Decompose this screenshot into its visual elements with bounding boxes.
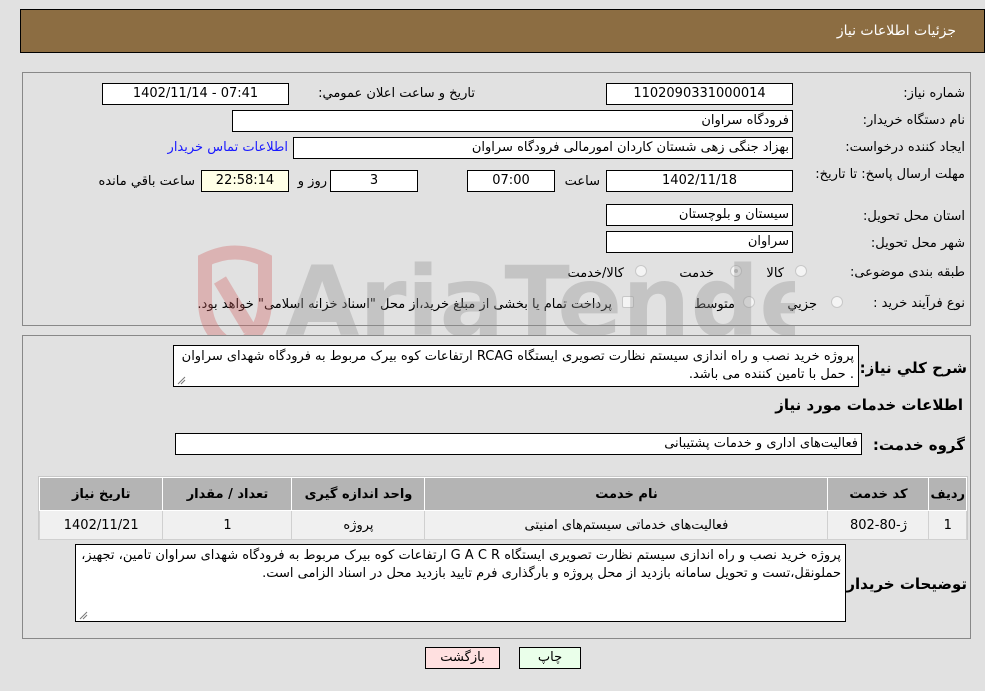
province-field: سیستان و بلوچستان [606, 204, 793, 226]
cell-service-code: ژ-80-802 [827, 510, 930, 540]
days-remaining-field: 3 [330, 170, 418, 192]
services-section-title: اطلاعات خدمات مورد نیاز [775, 396, 963, 414]
col-need-date: تاریخ نیاز [38, 477, 164, 511]
services-table: ردیف کد خدمت نام خدمت واحد اندازه گیری ت… [38, 477, 967, 540]
province-label: استان محل تحویل: [863, 209, 965, 224]
treasury-checkbox[interactable] [622, 296, 634, 308]
description-text: پروژه خرید نصب و راه اندازی سیستم نظارت … [181, 349, 854, 382]
need-number-field: 1102090331000014 [606, 83, 793, 105]
resize-grip-icon[interactable] [78, 610, 88, 620]
deadline-time-field: 07:00 [467, 170, 555, 192]
description-label: شرح کلي نیاز: [859, 359, 967, 377]
cell-unit: پروژه [291, 510, 426, 540]
table-header-row: ردیف کد خدمت نام خدمت واحد اندازه گیری ت… [38, 477, 967, 511]
cell-service-name: فعالیت‌های خدماتی سیستم‌های امنیتی [424, 510, 829, 540]
city-field: سراوان [606, 231, 793, 253]
col-row-number: ردیف [928, 477, 967, 511]
page-title: جزئیات اطلاعات نیاز [836, 23, 956, 39]
resize-grip-icon[interactable] [176, 375, 186, 385]
deadline-label: مهلت ارسال پاسخ: تا تاریخ: [815, 167, 965, 182]
treasury-note: پرداخت تمام یا بخشی از مبلغ خرید،از محل … [197, 297, 612, 312]
deadline-date-field: 1402/11/18 [606, 170, 793, 192]
announce-datetime-label: تاریخ و ساعت اعلان عمومي: [318, 86, 475, 101]
category-radio-service[interactable] [730, 265, 742, 277]
buyer-org-field: فرودگاه سراوان [232, 110, 793, 132]
cell-quantity: 1 [162, 510, 293, 540]
purchase-type-radio-minor[interactable] [831, 296, 843, 308]
purchase-type-option-minor: جزيي [787, 297, 817, 312]
buyer-notes-textarea[interactable]: پروژه خرید نصب و راه اندازی سیستم نظارت … [75, 544, 846, 622]
col-quantity: تعداد / مقدار [162, 477, 293, 511]
purchase-type-radio-medium[interactable] [743, 296, 755, 308]
category-option-goods-service: کالا/خدمت [567, 266, 624, 281]
col-service-name: نام خدمت [424, 477, 829, 511]
table-row: 1 ژ-80-802 فعالیت‌های خدماتی سیستم‌های ا… [38, 510, 967, 540]
category-option-service: خدمت [679, 266, 714, 281]
announce-datetime-field: 1402/11/14 - 07:41 [102, 83, 289, 105]
back-button[interactable]: بازگشت [425, 647, 500, 669]
category-radio-goods[interactable] [795, 265, 807, 277]
category-label: طبقه بندی موضوعی: [849, 265, 965, 280]
description-textarea[interactable]: پروژه خرید نصب و راه اندازی سیستم نظارت … [173, 345, 859, 387]
category-radio-goods-service[interactable] [635, 265, 647, 277]
col-service-code: کد خدمت [827, 477, 930, 511]
service-group-field: فعالیت‌های اداری و خدمات پشتیبانی [175, 433, 862, 455]
deadline-time-label: ساعت [564, 174, 600, 189]
requester-field: بهزاد جنگی زهی شستان کاردان امورمالی فرو… [293, 137, 793, 159]
buyer-contact-link[interactable]: اطلاعات تماس خریدار [168, 140, 288, 155]
cell-need-date: 1402/11/21 [38, 510, 164, 540]
time-remaining-field: 22:58:14 [201, 170, 289, 192]
category-option-goods: کالا [766, 266, 784, 281]
services-table-wrapper: ردیف کد خدمت نام خدمت واحد اندازه گیری ت… [38, 476, 968, 540]
purchase-type-option-medium: متوسط [694, 297, 735, 312]
days-label: روز و [297, 174, 327, 189]
requester-label: ایجاد کننده درخواست: [845, 140, 965, 155]
page-header: جزئیات اطلاعات نیاز [20, 9, 985, 53]
col-unit: واحد اندازه گیری [291, 477, 426, 511]
buyer-notes-text: پروژه خرید نصب و راه اندازی سیستم نظارت … [81, 548, 841, 581]
city-label: شهر محل تحویل: [870, 236, 965, 251]
buyer-notes-label: توضیحات خریدار: [840, 575, 967, 593]
service-group-label: گروه خدمت: [872, 436, 965, 454]
print-button[interactable]: چاپ [519, 647, 581, 669]
time-remaining-label: ساعت باقي مانده [98, 174, 195, 189]
need-number-label: شماره نیاز: [903, 86, 965, 101]
buyer-org-label: نام دستگاه خریدار: [862, 113, 965, 128]
purchase-type-label: نوع فرآیند خرید : [873, 296, 965, 311]
cell-row-number: 1 [928, 510, 967, 540]
